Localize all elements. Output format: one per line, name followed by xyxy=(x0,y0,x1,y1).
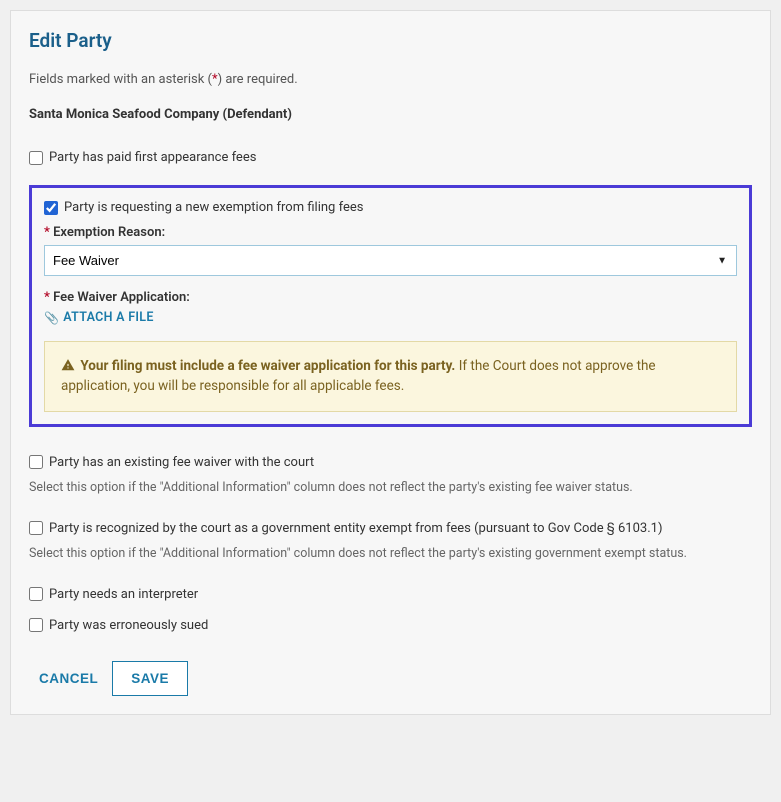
fee-waiver-label-text: Fee Waiver Application: xyxy=(53,290,190,305)
erroneously-sued-label[interactable]: Party was erroneously sued xyxy=(49,618,208,633)
interpreter-checkbox[interactable] xyxy=(29,587,43,601)
attach-file-label: ATTACH A FILE xyxy=(63,310,153,325)
actions-row: CANCEL SAVE xyxy=(39,661,752,696)
existing-waiver-row: Party has an existing fee waiver with th… xyxy=(29,455,752,470)
exemption-reason-label-text: Exemption Reason: xyxy=(53,225,165,240)
requesting-exemption-label[interactable]: Party is requesting a new exemption from… xyxy=(64,200,363,215)
existing-waiver-help: Select this option if the "Additional In… xyxy=(29,480,752,495)
existing-waiver-label[interactable]: Party has an existing fee waiver with th… xyxy=(49,455,314,470)
required-note-prefix: Fields marked with an asterisk ( xyxy=(29,72,212,87)
paid-fees-label[interactable]: Party has paid first appearance fees xyxy=(49,150,256,165)
paperclip-icon: 📎 xyxy=(44,311,59,325)
erroneously-sued-row: Party was erroneously sued xyxy=(29,618,752,633)
interpreter-section: Party needs an interpreter xyxy=(29,587,752,602)
warning-icon xyxy=(61,358,78,374)
gov-entity-section: Party is recognized by the court as a go… xyxy=(29,521,752,561)
attach-file-link[interactable]: 📎 ATTACH A FILE xyxy=(44,310,154,325)
edit-party-form: Edit Party Fields marked with an asteris… xyxy=(10,10,771,715)
exemption-reason-select-wrapper: Fee Waiver ▼ xyxy=(44,245,737,276)
paid-fees-row: Party has paid first appearance fees xyxy=(29,150,752,165)
existing-waiver-section: Party has an existing fee waiver with th… xyxy=(29,455,752,495)
erroneously-sued-checkbox[interactable] xyxy=(29,618,43,632)
interpreter-row: Party needs an interpreter xyxy=(29,587,752,602)
gov-entity-checkbox[interactable] xyxy=(29,521,43,535)
fee-waiver-asterisk: * xyxy=(44,290,50,305)
required-field-note: Fields marked with an asterisk (*) are r… xyxy=(29,72,752,87)
requesting-exemption-checkbox[interactable] xyxy=(44,201,58,215)
gov-entity-help: Select this option if the "Additional In… xyxy=(29,546,752,561)
party-name: Santa Monica Seafood Company (Defendant) xyxy=(29,107,752,122)
exemption-highlight-box: Party is requesting a new exemption from… xyxy=(29,185,752,427)
paid-fees-checkbox[interactable] xyxy=(29,151,43,165)
requesting-exemption-row: Party is requesting a new exemption from… xyxy=(44,200,737,215)
gov-entity-row: Party is recognized by the court as a go… xyxy=(29,521,752,536)
warning-bold-text: Your filing must include a fee waiver ap… xyxy=(80,358,455,374)
erroneously-sued-section: Party was erroneously sued xyxy=(29,618,752,633)
fee-waiver-app-label: * Fee Waiver Application: xyxy=(44,290,737,305)
cancel-button[interactable]: CANCEL xyxy=(39,671,98,686)
exemption-reason-select[interactable]: Fee Waiver xyxy=(44,245,737,276)
existing-waiver-checkbox[interactable] xyxy=(29,455,43,469)
gov-entity-label[interactable]: Party is recognized by the court as a go… xyxy=(49,521,663,536)
required-note-suffix: ) are required. xyxy=(218,72,298,87)
save-button[interactable]: SAVE xyxy=(112,661,188,696)
exemption-reason-asterisk: * xyxy=(44,225,50,240)
interpreter-label[interactable]: Party needs an interpreter xyxy=(49,587,198,602)
fee-waiver-warning: Your filing must include a fee waiver ap… xyxy=(44,341,737,412)
exemption-reason-label: * Exemption Reason: xyxy=(44,225,737,240)
page-title: Edit Party xyxy=(29,29,752,52)
